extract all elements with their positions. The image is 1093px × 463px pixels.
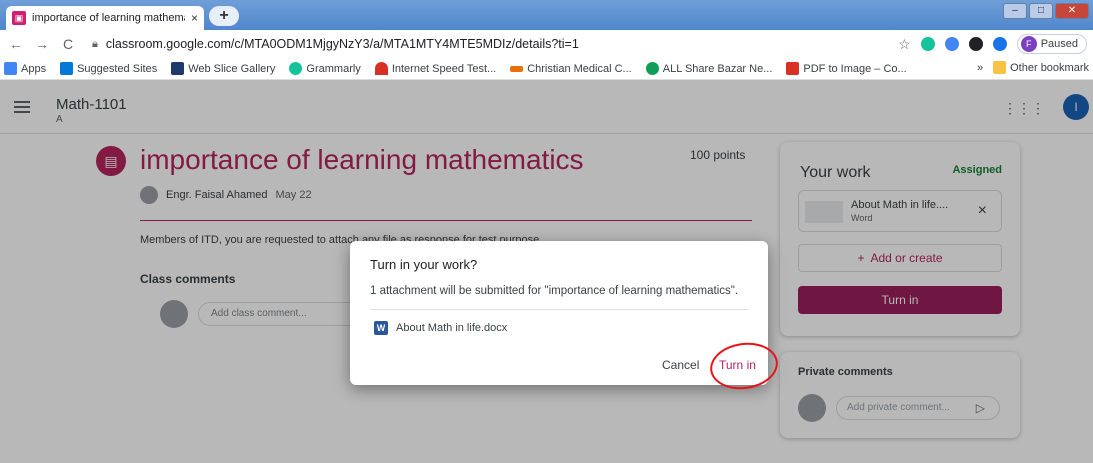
lock-icon: 🔒︎ xyxy=(92,37,98,50)
extension-icon[interactable] xyxy=(968,37,983,51)
tab-title: importance of learning mathema xyxy=(32,12,185,24)
bookmark-label: Internet Speed Test... xyxy=(391,62,497,75)
bookmark-label: Suggested Sites xyxy=(77,62,158,75)
profile-button[interactable]: F Paused xyxy=(1016,34,1087,54)
bookmark-item[interactable]: Internet Speed Test... xyxy=(374,62,497,75)
back-icon[interactable]: ← xyxy=(6,36,26,52)
dialog-message: 1 attachment will be submitted for "impo… xyxy=(370,285,739,297)
other-bookmarks[interactable]: Other bookmark xyxy=(993,61,1089,74)
bookmark-item[interactable]: Web Slice Gallery xyxy=(171,62,275,75)
bookmark-item[interactable]: Christian Medical C... xyxy=(510,63,632,75)
profile-status: Paused xyxy=(1040,38,1078,50)
more-bookmarks-icon[interactable]: » xyxy=(977,62,983,74)
close-tab-icon[interactable]: × xyxy=(191,11,198,25)
grammarly-icon xyxy=(289,62,303,75)
address-bar[interactable]: 🔒︎ classroom.google.com/c/MTA0ODM1MjgyNz… xyxy=(92,37,579,51)
dialog-attachment[interactable]: W About Math in life.docx xyxy=(374,321,507,335)
new-tab-button[interactable]: + xyxy=(209,6,239,26)
bookmark-label: Other bookmark xyxy=(1010,61,1089,74)
bookmark-item[interactable]: ALL Share Bazar Ne... xyxy=(645,62,773,75)
bookmark-item[interactable]: PDF to Image – Co... xyxy=(786,62,907,75)
folder-icon xyxy=(993,61,1007,74)
window-controls: – □ ✕ xyxy=(1003,3,1089,19)
bookmark-label: ALL Share Bazar Ne... xyxy=(662,62,773,75)
bookmark-label: Grammarly xyxy=(306,62,361,75)
bookmarks-bar: Apps Suggested Sites Web Slice Gallery G… xyxy=(0,58,1093,80)
browser-tab[interactable]: ▣ importance of learning mathema × xyxy=(6,6,204,30)
bookmark-label: Christian Medical C... xyxy=(527,62,632,75)
bookmark-star-icon[interactable]: ☆ xyxy=(898,36,911,53)
dialog-divider xyxy=(370,309,748,310)
reload-icon[interactable]: C xyxy=(58,36,78,52)
bookmark-label: PDF to Image – Co... xyxy=(803,62,907,75)
extension-icon[interactable] xyxy=(944,37,959,51)
dialog-title: Turn in your work? xyxy=(370,257,478,272)
browser-tabstrip: ▣ importance of learning mathema × + – □… xyxy=(0,0,1093,30)
maximize-icon[interactable]: □ xyxy=(1029,3,1053,19)
speed-test-icon xyxy=(374,62,388,75)
extension-icon[interactable] xyxy=(992,37,1007,51)
profile-avatar: F xyxy=(1020,36,1037,52)
close-window-icon[interactable]: ✕ xyxy=(1055,3,1089,19)
classroom-favicon-icon: ▣ xyxy=(12,11,26,25)
minimize-icon[interactable]: – xyxy=(1003,3,1027,19)
url-text: classroom.google.com/c/MTA0ODM1MjgyNzY3/… xyxy=(105,37,579,51)
share-bazar-icon xyxy=(645,62,659,75)
turn-in-dialog: Turn in your work? 1 attachment will be … xyxy=(350,241,768,385)
bookmark-label: Web Slice Gallery xyxy=(188,62,276,75)
browser-toolbar: ← → C 🔒︎ classroom.google.com/c/MTA0ODM1… xyxy=(0,30,1093,58)
word-doc-icon: W xyxy=(374,321,388,335)
grammarly-extension-icon[interactable] xyxy=(920,37,935,51)
dialog-file-name: About Math in life.docx xyxy=(396,322,508,334)
christian-medical-icon xyxy=(510,65,524,72)
web-slice-icon xyxy=(171,62,185,75)
apps-icon xyxy=(4,62,17,75)
extension-row: ☆ F Paused xyxy=(898,34,1087,54)
bookmark-label: Apps xyxy=(21,62,47,75)
cancel-button[interactable]: Cancel xyxy=(662,358,699,372)
bookmark-item[interactable]: Suggested Sites xyxy=(60,62,157,75)
pdf-to-image-icon xyxy=(786,62,800,75)
bookmark-apps[interactable]: Apps xyxy=(4,62,46,75)
forward-icon[interactable]: → xyxy=(32,36,52,52)
bookmark-item[interactable]: Grammarly xyxy=(289,62,361,75)
bing-icon xyxy=(60,62,74,75)
